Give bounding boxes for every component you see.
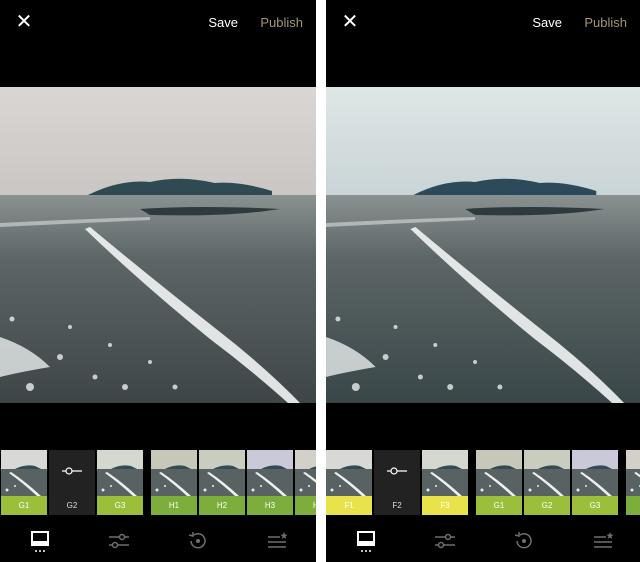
editor-screen-left: ✕ Save Publish G1 G2 G3 H1 H2 H3 H (0, 0, 316, 562)
recipes-tab-icon[interactable] (262, 526, 292, 556)
close-icon[interactable]: ✕ (14, 12, 34, 32)
preset-g2[interactable]: G2 (524, 450, 570, 515)
preset-h1[interactable]: H1 (626, 450, 640, 515)
preset-thumbnail (1, 450, 47, 496)
preset-thumbnail (97, 450, 143, 496)
preset-g2[interactable]: G2 (49, 450, 95, 515)
preset-thumbnail (422, 450, 468, 496)
close-icon[interactable]: ✕ (340, 12, 360, 32)
preset-thumbnail (476, 450, 522, 496)
preset-h4[interactable]: H4 (295, 450, 316, 515)
preset-g3[interactable]: G3 (97, 450, 143, 515)
preset-thumbnail (247, 450, 293, 496)
photo-preview (326, 87, 640, 403)
preset-thumbnail (326, 450, 372, 496)
history-tab-icon[interactable] (183, 526, 213, 556)
preset-thumbnail (524, 450, 570, 496)
preset-thumbnail (626, 450, 640, 496)
preset-g1[interactable]: G1 (1, 450, 47, 515)
save-button[interactable]: Save (532, 15, 562, 30)
history-tab-icon[interactable] (509, 526, 539, 556)
preset-label: H3 (247, 496, 293, 515)
preset-label: H1 (151, 496, 197, 515)
preset-g3[interactable]: G3 (572, 450, 618, 515)
preset-f1[interactable]: F1 (326, 450, 372, 515)
preset-label: G1 (1, 496, 47, 515)
preset-label: H4 (295, 496, 316, 515)
top-bar: ✕ Save Publish (326, 0, 640, 46)
preset-strip[interactable]: F1F2 F3 G1 G2 G3 H1 (326, 450, 640, 515)
preset-h1[interactable]: H1 (151, 450, 197, 515)
slider-icon (387, 467, 407, 475)
preset-f3[interactable]: F3 (422, 450, 468, 515)
preset-label: H1 (626, 496, 640, 515)
preset-label: H2 (199, 496, 245, 515)
preset-thumbnail (295, 450, 316, 496)
tool-tab-bar (0, 520, 316, 562)
preset-label: G3 (97, 496, 143, 515)
presets-tab-icon[interactable] (351, 526, 381, 556)
preset-h3[interactable]: H3 (247, 450, 293, 515)
adjust-tab-icon[interactable] (430, 526, 460, 556)
preset-label: F2 (374, 496, 420, 515)
save-button[interactable]: Save (208, 15, 238, 30)
presets-tab-icon[interactable] (25, 526, 55, 556)
editor-screen-right: ✕ Save Publish F1 F2 F3 G1 G2 G3 (326, 0, 640, 562)
slider-icon (62, 467, 82, 475)
preset-thumbnail (199, 450, 245, 496)
preset-thumbnail (151, 450, 197, 496)
publish-button[interactable]: Publish (260, 15, 303, 30)
preset-f2[interactable]: F2 (374, 450, 420, 515)
preset-g1[interactable]: G1 (476, 450, 522, 515)
preset-label: G1 (476, 496, 522, 515)
preset-label: G2 (524, 496, 570, 515)
preset-thumbnail (572, 450, 618, 496)
preset-strip[interactable]: G1G2 G3 H1 H2 H3 H4 (0, 450, 316, 515)
tool-tab-bar (326, 520, 640, 562)
photo-preview (0, 87, 316, 403)
preset-label: F1 (326, 496, 372, 515)
preset-label: F3 (422, 496, 468, 515)
adjust-tab-icon[interactable] (104, 526, 134, 556)
preset-label: G2 (49, 496, 95, 515)
recipes-tab-icon[interactable] (588, 526, 618, 556)
publish-button[interactable]: Publish (584, 15, 627, 30)
top-bar: ✕ Save Publish (0, 0, 316, 46)
preset-label: G3 (572, 496, 618, 515)
preset-h2[interactable]: H2 (199, 450, 245, 515)
